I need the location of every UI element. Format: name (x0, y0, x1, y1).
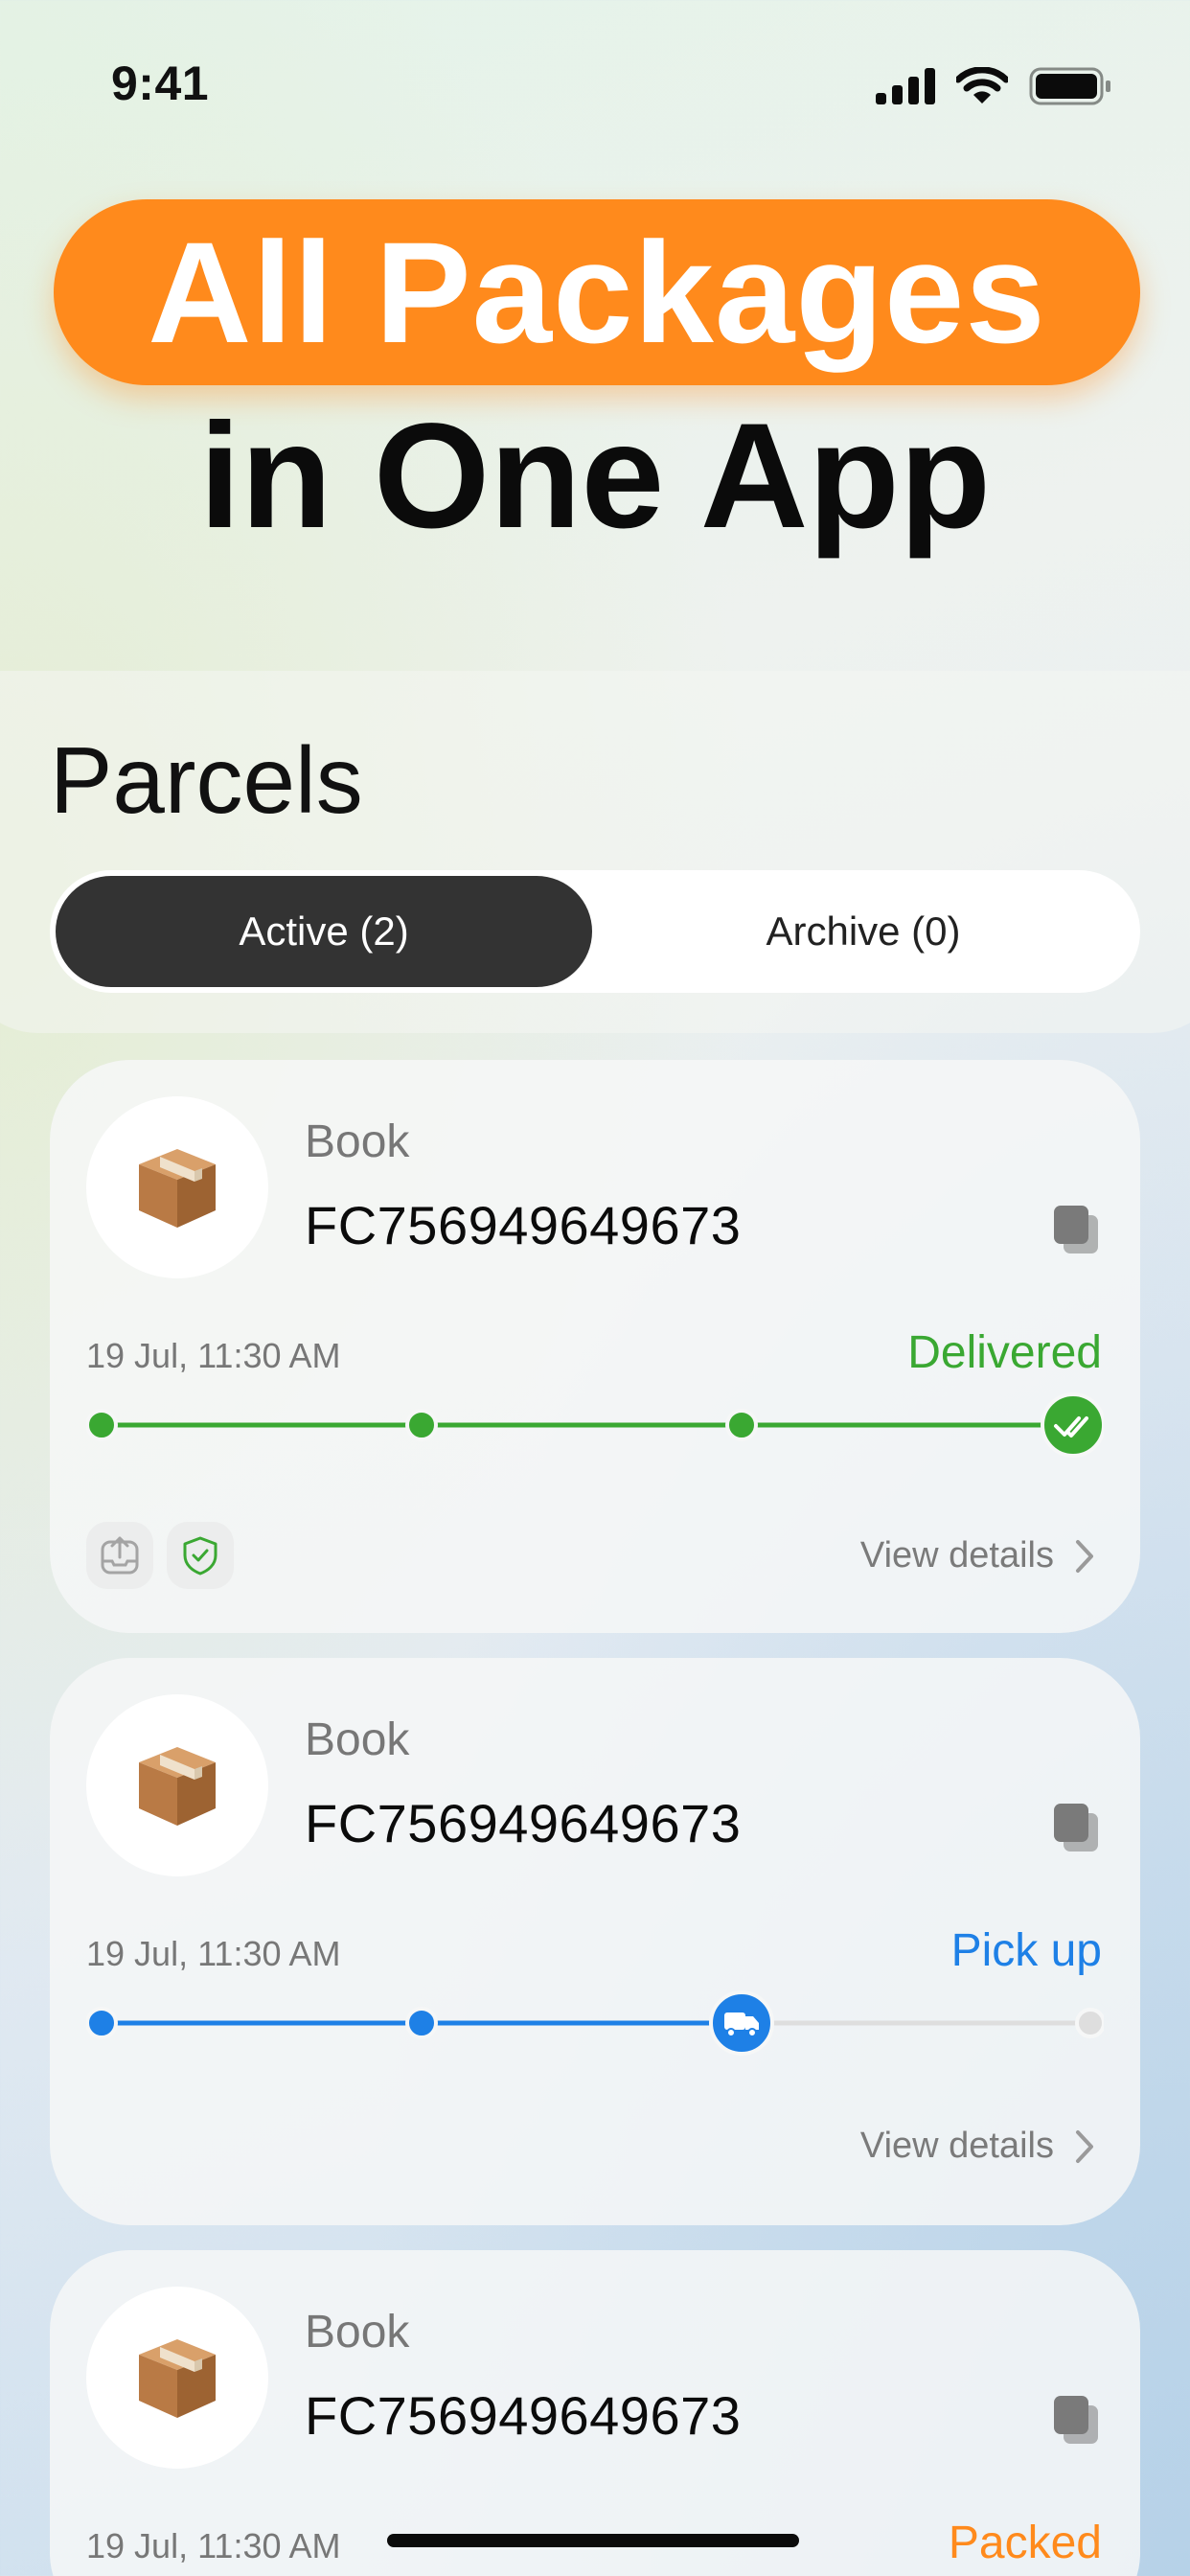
page-title: Parcels (50, 727, 363, 833)
status-badge: Pick up (950, 1925, 1102, 1976)
battery-icon (1029, 67, 1110, 105)
package-icon (86, 1096, 268, 1278)
tab-switcher: Active (2) Archive (0) (50, 870, 1140, 993)
progress-tracker (86, 1990, 1104, 2056)
chevron-right-icon (1076, 1539, 1093, 1573)
status-icons (876, 67, 1111, 105)
parcel-card[interactable]: Book FC756949649673 19 Jul, 11:30 AM Pac… (50, 2250, 1140, 2576)
hero-banner: All Packages (54, 199, 1140, 385)
hero-line1: All Packages (148, 212, 1046, 373)
tab-active[interactable]: Active (2) (56, 876, 592, 987)
status-time: 9:41 (111, 57, 210, 110)
hero-line2: in One App (198, 393, 992, 560)
package-icon (86, 1694, 268, 1876)
copy-icon[interactable] (1052, 1802, 1102, 1855)
copy-icon[interactable] (1052, 2394, 1102, 2448)
status-badge: Packed (948, 2518, 1102, 2568)
home-indicator[interactable] (387, 2534, 799, 2547)
tracking-number: FC756949649673 (305, 1793, 742, 1853)
parcel-name: Book (305, 2307, 410, 2358)
tab-archive[interactable]: Archive (0) (592, 876, 1134, 987)
progress-tracker (86, 1392, 1104, 1458)
package-icon (86, 2287, 268, 2469)
signal-icon (876, 68, 935, 104)
copy-icon[interactable] (1052, 1204, 1102, 1257)
tracking-number: FC756949649673 (305, 1195, 742, 1255)
parcel-date: 19 Jul, 11:30 AM (86, 1934, 341, 1973)
view-details-link[interactable]: View details (860, 2126, 1094, 2167)
parcel-date: 19 Jul, 11:30 AM (86, 2526, 341, 2565)
wifi-icon (956, 67, 1008, 104)
unpack-icon (86, 1522, 153, 1589)
shield-icon (167, 1522, 234, 1589)
parcel-card[interactable]: Book FC756949649673 19 Jul, 11:30 AM Del… (50, 1060, 1140, 1633)
service-icons (86, 1522, 234, 1589)
parcel-name: Book (305, 1714, 410, 1765)
status-badge: Delivered (907, 1327, 1102, 1378)
view-details-link[interactable]: View details (860, 1535, 1094, 1576)
parcel-date: 19 Jul, 11:30 AM (86, 1336, 341, 1375)
view-details-label: View details (859, 1535, 1054, 1576)
parcel-card[interactable]: Book FC756949649673 19 Jul, 11:30 AM Pic… (50, 1658, 1140, 2225)
chevron-right-icon (1076, 2129, 1093, 2163)
view-details-label: View details (859, 2126, 1054, 2166)
parcel-name: Book (305, 1116, 410, 1167)
tracking-number: FC756949649673 (305, 2385, 742, 2446)
